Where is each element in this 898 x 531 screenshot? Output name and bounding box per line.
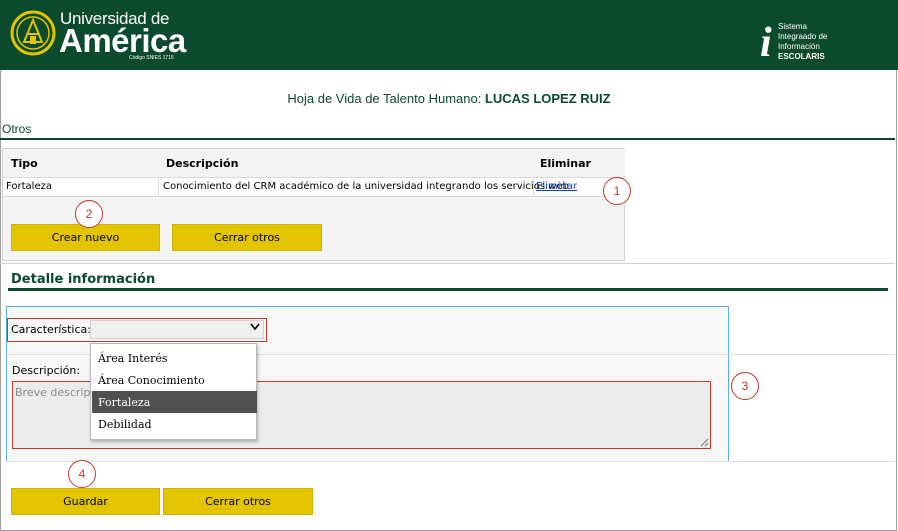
system-info-icon: i	[760, 20, 772, 66]
annotation-badge: 4	[68, 460, 96, 488]
caracteristica-dropdown: Área Interés Área Conocimiento Fortaleza…	[90, 343, 257, 440]
panel-divider	[0, 263, 895, 264]
section-divider	[0, 138, 895, 140]
eliminar-link[interactable]: Eliminar	[536, 181, 577, 192]
app-header: Universidad de América Código SNIES 1715…	[0, 0, 898, 70]
section-title: Otros	[2, 122, 32, 136]
row-divider	[6, 461, 895, 462]
detail-divider	[8, 288, 888, 291]
caracteristica-label: Característica:	[11, 323, 91, 336]
option-area-interes[interactable]: Área Interés	[92, 347, 257, 369]
option-debilidad[interactable]: Debilidad	[92, 413, 257, 435]
cell-separator	[158, 177, 159, 197]
cell-tipo: Fortaleza	[6, 181, 52, 192]
column-header-eliminar: Eliminar	[540, 157, 591, 170]
column-header-descripcion: Descripción	[166, 157, 239, 170]
detail-heading: Detalle información	[11, 272, 156, 287]
caracteristica-select[interactable]	[90, 320, 264, 339]
crear-nuevo-button[interactable]: Crear nuevo	[11, 224, 160, 251]
option-fortaleza[interactable]: Fortaleza	[92, 391, 257, 413]
annotation-badge: 3	[731, 372, 759, 400]
logo-codigo-text: Código SNIES 1715	[129, 55, 174, 61]
table-header	[3, 149, 625, 176]
guardar-button[interactable]: Guardar	[11, 488, 160, 515]
system-name: Sistema Integraado de Información ESCOLA…	[778, 22, 828, 61]
annotation-badge: 2	[75, 200, 103, 228]
cerrar-otros-bottom-button[interactable]: Cerrar otros	[163, 488, 313, 515]
column-header-tipo: Tipo	[11, 157, 38, 170]
chevron-down-icon[interactable]	[250, 323, 260, 331]
cell-descripcion: Conocimiento del CRM académico de la uni…	[163, 181, 569, 192]
resize-handle-icon[interactable]	[699, 437, 709, 447]
page-title: Hoja de Vida de Talento Humano: LUCAS LO…	[287, 91, 611, 106]
option-area-conocimiento[interactable]: Área Conocimiento	[92, 369, 257, 391]
annotation-badge: 1	[603, 177, 631, 205]
university-emblem-icon	[10, 10, 56, 56]
descripcion-label: Descripción:	[12, 364, 81, 377]
cerrar-otros-button[interactable]: Cerrar otros	[172, 224, 322, 251]
